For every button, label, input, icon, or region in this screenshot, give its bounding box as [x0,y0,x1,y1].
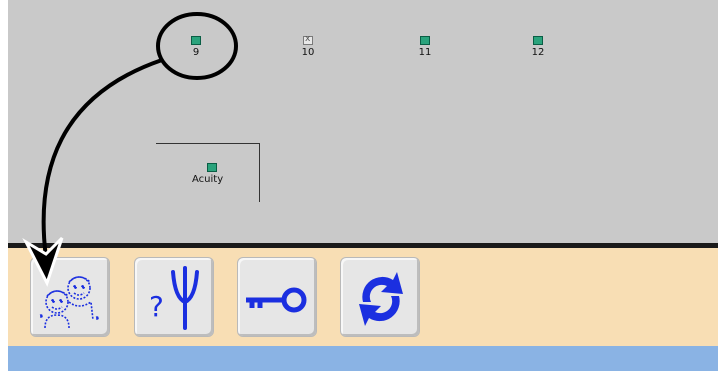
patient-group-icon [39,276,99,329]
refresh-button[interactable] [340,257,420,337]
bed-12[interactable]: 12 [508,36,568,59]
key-button[interactable] [237,257,317,337]
key-icon [246,287,307,313]
bed-empty-icon [303,33,313,45]
bed-label: 12 [531,47,545,58]
bed-occupied-icon [191,36,201,45]
bed-9[interactable]: 9 [166,36,226,59]
acuity-icon [207,163,217,172]
bed-label: 9 [192,47,200,58]
bed-overview-panel [8,0,718,243]
patient-group-button[interactable] [30,257,110,337]
help-button[interactable]: ? [134,257,214,337]
bed-11[interactable]: 11 [395,36,455,59]
bed-label: 10 [301,47,315,58]
acuity-tab[interactable]: Acuity [156,143,260,202]
bed-occupied-icon [420,36,430,45]
status-bar [8,346,718,371]
help-antenna-icon: ? [149,266,199,330]
refresh-icon [359,272,403,326]
bed-label: 11 [418,47,432,58]
bed-10[interactable]: 10 [278,33,338,59]
bed-occupied-icon [533,36,543,45]
svg-text:?: ? [149,290,164,323]
acuity-label: Acuity [192,174,224,185]
